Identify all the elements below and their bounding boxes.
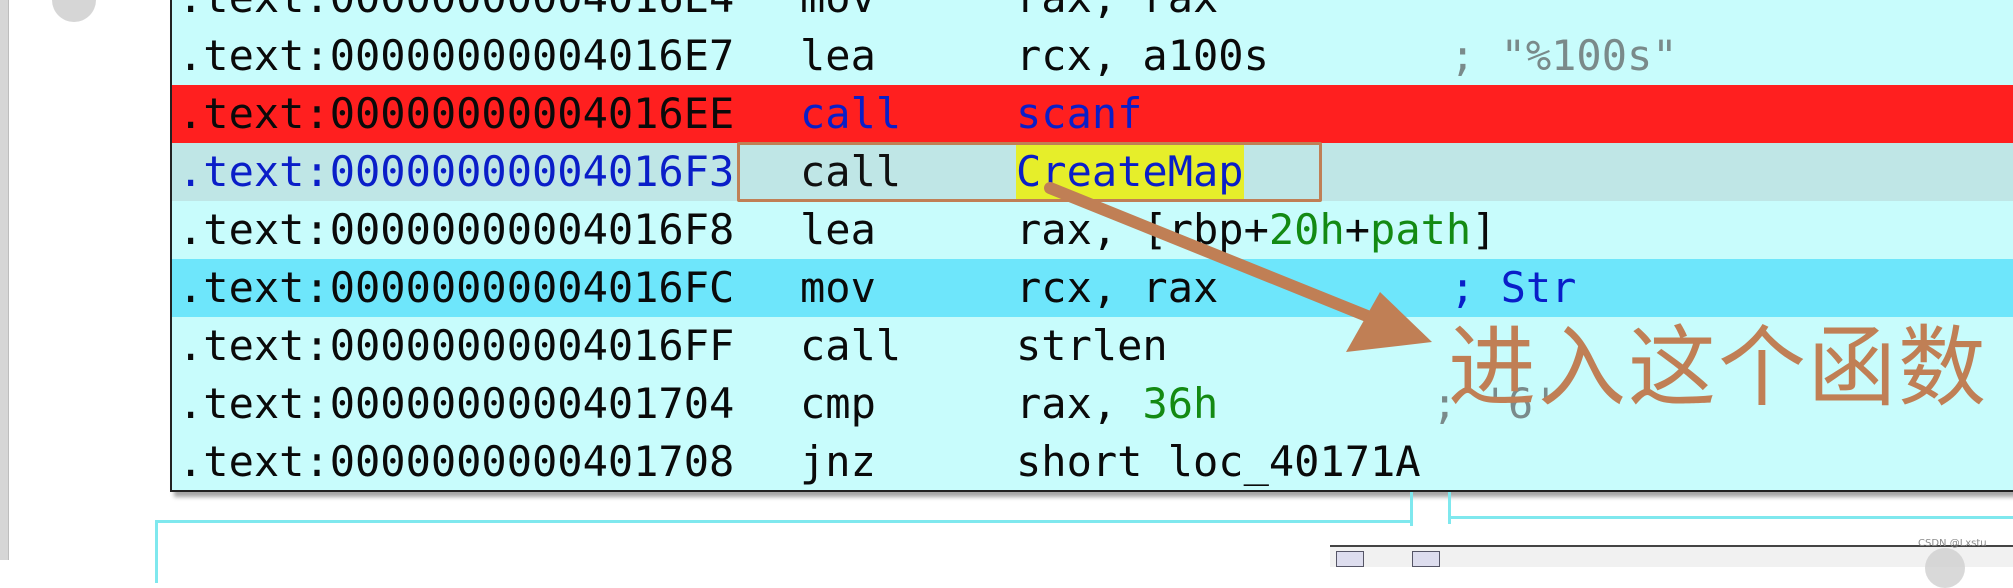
flow-edge-horizontal: [1448, 516, 2013, 519]
graph-node-icon: [1336, 551, 1364, 567]
watermark: CSDN @Lxstu: [1918, 538, 1987, 549]
flow-edge-left: [155, 520, 1413, 583]
next-graph-node[interactable]: [1330, 545, 2013, 567]
annotation-arrow-icon: [1044, 182, 1432, 352]
graph-node-icon: [1412, 551, 1440, 567]
flow-edge-mid: [1410, 492, 1413, 526]
window-control-knob: [1925, 548, 1965, 588]
annotation-label: 进入这个函数: [1448, 316, 1989, 419]
flow-edge-right: [1448, 492, 1451, 524]
